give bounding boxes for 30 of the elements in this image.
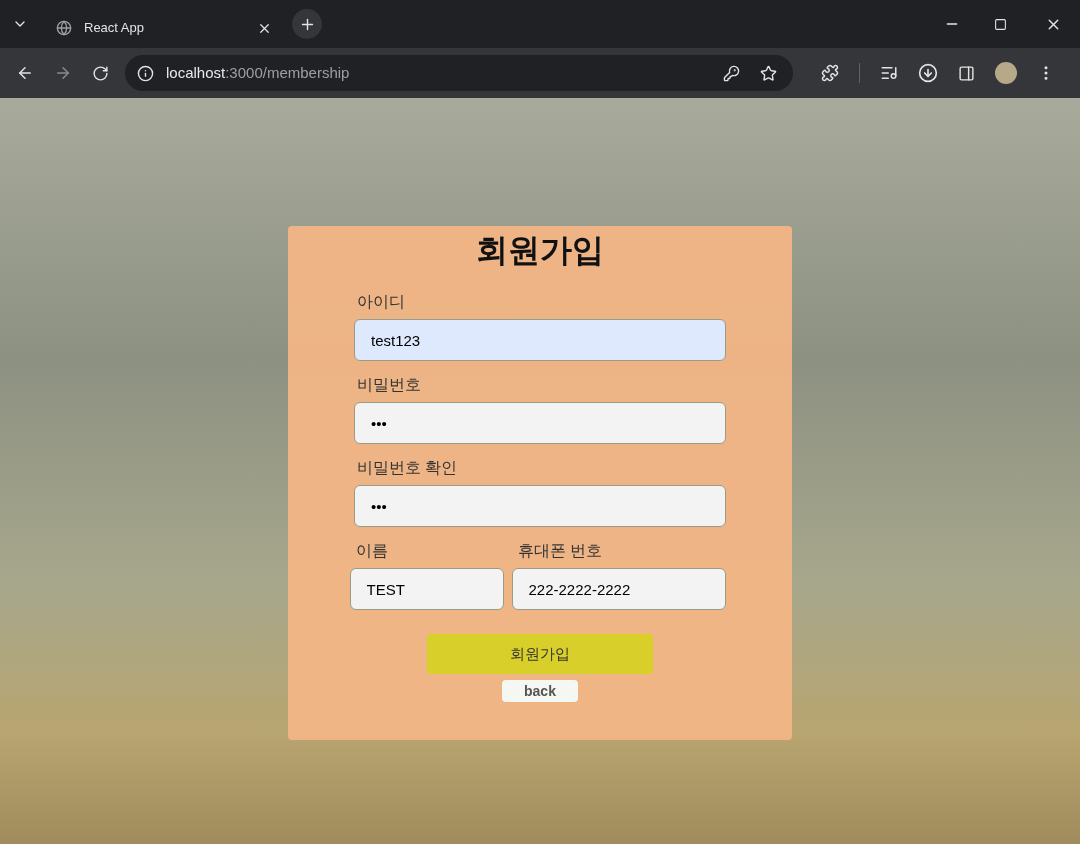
profile-avatar[interactable] <box>995 62 1017 84</box>
field-label: 비밀번호 확인 <box>357 458 459 478</box>
signup-button[interactable]: 회원가입 <box>427 634 653 674</box>
download-icon[interactable] <box>918 63 938 83</box>
tab-title: React App <box>84 19 145 38</box>
extensions-icon[interactable] <box>821 64 839 82</box>
text-field[interactable]: ••• <box>354 402 726 444</box>
field-label: 비밀번호 <box>357 375 422 395</box>
url-path: :3000/membership <box>225 63 350 81</box>
text-field[interactable]: ••• <box>354 485 726 527</box>
media-icon[interactable] <box>880 64 898 82</box>
text-field[interactable]: 222-2222-2222 <box>511 568 726 610</box>
key-icon[interactable] <box>723 64 740 82</box>
page-title: 회원가입 <box>476 231 604 270</box>
forward-arrow-icon[interactable] <box>54 64 72 82</box>
url-host: localhost <box>166 63 226 81</box>
text-field[interactable]: test123 <box>354 319 726 361</box>
back-button[interactable]: back <box>502 680 578 702</box>
star-icon[interactable] <box>760 64 777 82</box>
new-tab-button[interactable] <box>292 9 322 39</box>
globe-icon <box>56 20 72 36</box>
info-icon[interactable] <box>137 64 154 82</box>
field-label: 휴대폰 번호 <box>517 541 603 561</box>
field-label: 이름 <box>355 541 389 561</box>
reload-icon[interactable] <box>92 64 109 82</box>
maximize-icon[interactable] <box>994 17 1007 31</box>
side-panel-icon[interactable] <box>958 64 975 82</box>
text-field[interactable]: TEST <box>349 568 504 610</box>
address-bar[interactable]: localhost:3000/membership <box>125 55 793 91</box>
field-label: 아이디 <box>357 292 406 312</box>
